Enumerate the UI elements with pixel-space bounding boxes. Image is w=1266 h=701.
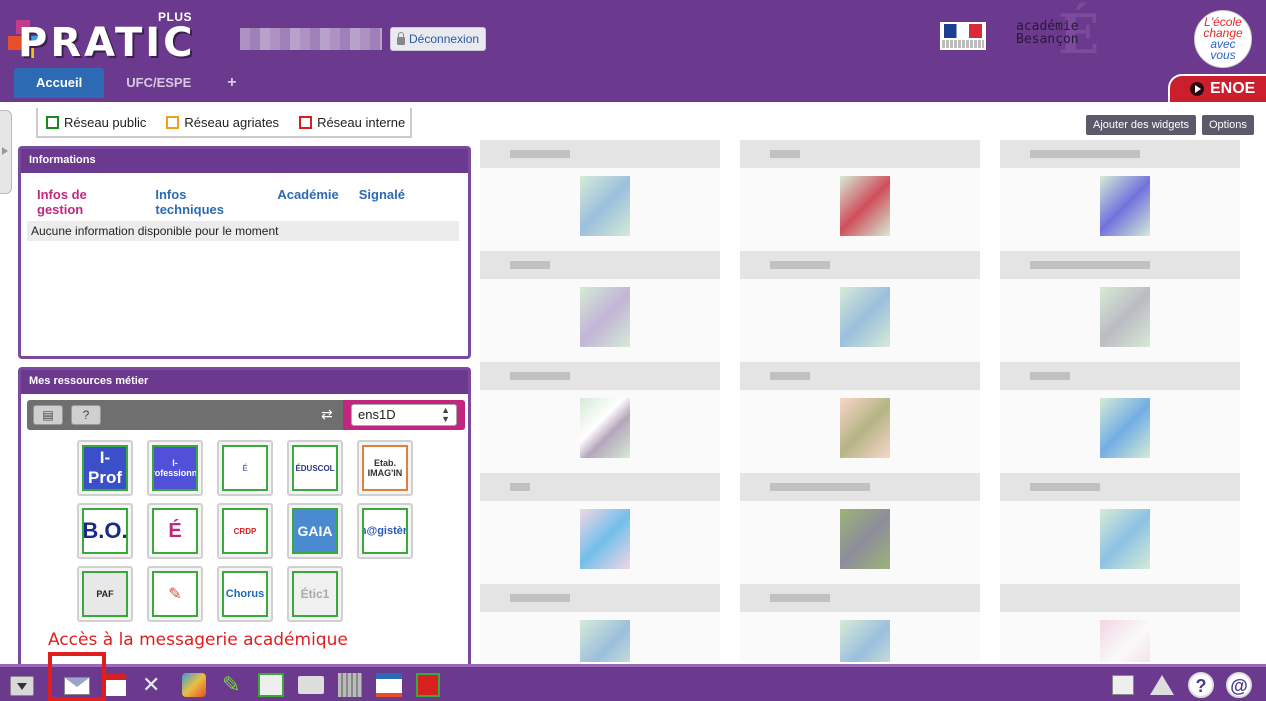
red-square-icon <box>299 115 313 129</box>
widgets-area <box>480 140 1254 662</box>
tools-icon[interactable]: ✕ <box>142 673 166 697</box>
iprof-icon[interactable]: I-Prof <box>77 440 133 496</box>
gaia-icon[interactable]: GAIA <box>287 503 343 559</box>
edit-resources-button[interactable]: ▤ <box>33 405 63 425</box>
pratic-logo[interactable]: PRATIC PLUS <box>8 6 193 66</box>
academie-icon[interactable]: É <box>147 503 203 559</box>
help-button[interactable]: ? <box>71 405 101 425</box>
tab-infos-techniques[interactable]: Infos techniques <box>145 183 267 223</box>
resources-grid: I-Prof I-Professionnel É ÉDUSCOL Etab. I… <box>77 440 413 622</box>
enoe-label: ENOE <box>1210 80 1256 97</box>
informations-message: Aucune information disponible pour le mo… <box>27 221 459 241</box>
ministere-icon[interactable]: É <box>217 440 273 496</box>
informations-title: Informations <box>21 149 468 173</box>
news-icon[interactable] <box>1112 675 1134 695</box>
main-tabs: Accueil UFC/ESPE + <box>14 68 251 98</box>
crdp-icon[interactable]: CRDP <box>217 503 273 559</box>
warning-icon[interactable] <box>1150 675 1174 695</box>
logout-label: Déconnexion <box>409 32 480 46</box>
magistere-icon[interactable]: m@gistère <box>357 503 413 559</box>
widget[interactable] <box>480 140 720 251</box>
widget[interactable] <box>480 362 720 473</box>
widget[interactable] <box>1000 584 1240 662</box>
green-square-icon <box>46 115 59 129</box>
widget[interactable] <box>480 251 720 362</box>
select-arrows-icon: ▲ ▼ <box>441 405 450 424</box>
bottom-toolbar: ✕ ✎ ? @ <box>0 664 1266 701</box>
tab-academie[interactable]: Académie <box>267 183 348 223</box>
widget[interactable] <box>740 251 980 362</box>
ressources-panel: Mes ressources métier ▤ ? ⇄ ens1D ▲ ▼ I-P… <box>18 367 471 667</box>
legend-public: Réseau public <box>46 115 146 130</box>
widget[interactable] <box>1000 362 1240 473</box>
legend-interne: Réseau interne <box>299 115 405 130</box>
mail-annotation: Accès à la messagerie académique <box>48 630 348 650</box>
add-tab-button[interactable]: + <box>213 68 250 98</box>
republique-francaise-logo <box>940 22 986 50</box>
refresh-icon[interactable]: ⇄ <box>321 407 335 421</box>
widget[interactable] <box>740 584 980 662</box>
ressources-toolbar: ▤ ? ⇄ ens1D ▲ ▼ <box>27 400 465 430</box>
etab-imagin-icon[interactable]: Etab. IMAG'IN <box>357 440 413 496</box>
building-icon[interactable] <box>338 673 362 697</box>
academy-logo: académie Besançon <box>1016 19 1079 47</box>
widget[interactable] <box>1000 251 1240 362</box>
ressources-title: Mes ressources métier <box>21 370 468 394</box>
puzzle-icon[interactable] <box>182 673 206 697</box>
form-icon[interactable] <box>376 673 402 697</box>
profile-select-wrapper: ens1D ▲ ▼ <box>343 400 465 430</box>
tab-accueil[interactable]: Accueil <box>14 68 105 98</box>
chorus-icon[interactable]: Chorus <box>217 566 273 622</box>
widget[interactable] <box>1000 140 1240 251</box>
network-legend: Réseau public Réseau agriates Réseau int… <box>36 108 412 138</box>
options-button[interactable]: Options <box>1202 115 1254 135</box>
eduscol-icon[interactable]: ÉDUSCOL <box>287 440 343 496</box>
enoe-button[interactable]: ENOE <box>1168 74 1266 102</box>
edit-icon: ▤ <box>42 408 54 422</box>
lock-icon <box>397 31 405 45</box>
ecole-change-logo[interactable]: L'école change avec vous <box>1194 10 1252 68</box>
profile-select[interactable]: ens1D ▲ ▼ <box>351 404 457 426</box>
widget[interactable] <box>480 584 720 662</box>
widget[interactable] <box>740 140 980 251</box>
widget-column-2 <box>740 140 980 662</box>
calendar-icon[interactable] <box>104 674 126 696</box>
arrow-right-icon <box>1190 82 1204 96</box>
header: PRATIC PLUS Déconnexion É académie Besan… <box>0 0 1266 102</box>
username-blurred <box>240 28 382 50</box>
feather-icon[interactable]: ✎ <box>222 673 246 697</box>
widget[interactable] <box>1000 473 1240 584</box>
orange-square-icon <box>166 115 180 129</box>
logo-plus: PLUS <box>158 10 193 24</box>
widget[interactable] <box>740 473 980 584</box>
bulletin-officiel-icon[interactable]: B.O. <box>77 503 133 559</box>
help-icon[interactable]: ? <box>1188 672 1214 698</box>
ticket-icon[interactable] <box>298 676 324 694</box>
widget[interactable] <box>480 473 720 584</box>
at-icon[interactable]: @ <box>1226 672 1252 698</box>
side-panel-handle[interactable] <box>0 110 12 194</box>
informations-panel: Informations Infos de gestion Infos tech… <box>18 146 471 359</box>
logo-text: PRATIC <box>18 20 196 66</box>
help-label: ? <box>82 408 90 422</box>
chat-icon[interactable]: ✎ <box>147 566 203 622</box>
iprofessionnel-icon[interactable]: I-Professionnel <box>147 440 203 496</box>
widget-column-1 <box>480 140 720 662</box>
add-widgets-button[interactable]: Ajouter des widgets <box>1086 115 1196 135</box>
etic-icon[interactable]: Étic1 <box>287 566 343 622</box>
tab-signale[interactable]: Signalé <box>349 183 415 223</box>
folder-icon[interactable] <box>416 673 440 697</box>
collapse-button[interactable] <box>10 676 34 696</box>
tab-ufc-espe[interactable]: UFC/ESPE <box>104 68 213 98</box>
logout-button[interactable]: Déconnexion <box>390 27 487 51</box>
app-link-icon[interactable] <box>258 673 284 697</box>
mail-highlight-box <box>48 652 106 701</box>
widget[interactable] <box>740 362 980 473</box>
legend-agriates: Réseau agriates <box>166 115 279 130</box>
widget-column-3 <box>1000 140 1240 662</box>
paf-icon[interactable]: PAF <box>77 566 133 622</box>
